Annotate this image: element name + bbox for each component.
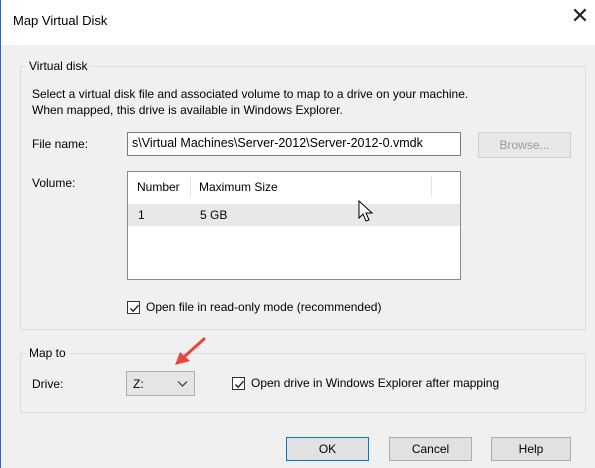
description-line-2: When mapped, this drive is available in …: [32, 103, 343, 117]
description-line-1: Select a virtual disk file and associate…: [32, 87, 469, 101]
file-name-label: File name:: [32, 137, 89, 151]
checkmark-icon: [235, 380, 245, 389]
checkmark-icon: [130, 304, 140, 313]
help-button[interactable]: Help: [491, 437, 571, 461]
drive-label: Drive:: [32, 377, 64, 391]
readonly-label[interactable]: Open file in read-only mode (recommended…: [146, 300, 381, 314]
column-header-number[interactable]: Number: [130, 176, 191, 198]
dialog-title: Map Virtual Disk: [13, 13, 108, 28]
volume-number: 1: [138, 208, 145, 222]
mouse-cursor-icon: [358, 200, 374, 222]
volume-list-header: Number Maximum Size: [128, 176, 460, 198]
volume-row[interactable]: 1 5 GB: [128, 204, 460, 226]
cancel-button[interactable]: Cancel: [389, 437, 472, 461]
chevron-down-icon: [177, 381, 188, 387]
map-to-legend: Map to: [29, 346, 66, 360]
file-name-field[interactable]: s\Virtual Machines\Server-2012\Server-20…: [127, 132, 461, 156]
drive-value: Z:: [133, 377, 144, 391]
red-annotation-arrow-icon: [175, 337, 206, 365]
browse-button[interactable]: Browse...: [478, 132, 571, 158]
open-explorer-label[interactable]: Open drive in Windows Explorer after map…: [251, 376, 499, 390]
drive-select[interactable]: Z:: [126, 371, 195, 396]
readonly-checkbox[interactable]: [127, 301, 140, 314]
volume-list[interactable]: Number Maximum Size 1 5 GB: [127, 171, 461, 280]
close-icon[interactable]: ✕: [564, 2, 595, 32]
volume-size: 5 GB: [200, 208, 228, 222]
ok-button[interactable]: OK: [286, 437, 369, 461]
column-header-maximum-size[interactable]: Maximum Size: [192, 176, 432, 198]
open-explorer-checkbox[interactable]: [232, 377, 245, 390]
volume-label: Volume:: [32, 176, 76, 190]
virtual-disk-legend: Virtual disk: [29, 59, 88, 73]
